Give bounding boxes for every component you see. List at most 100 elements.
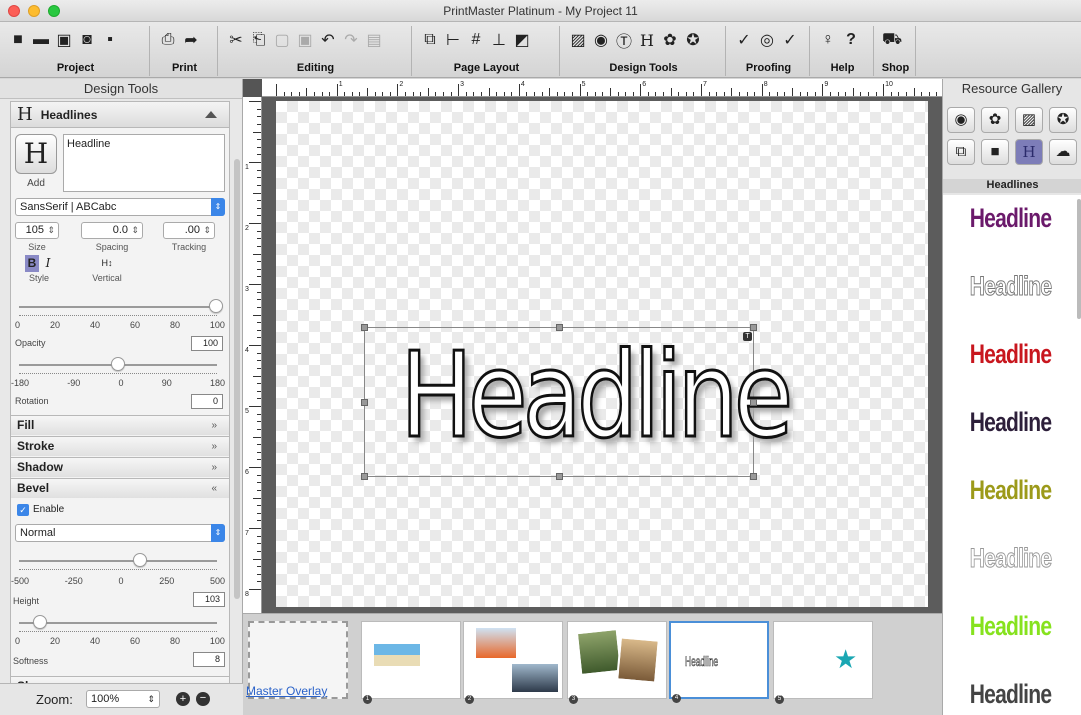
- new-project-icon[interactable]: ■: [8, 30, 28, 50]
- shadow-section-header[interactable]: Shadow »: [11, 457, 229, 477]
- spin-icon[interactable]: ⇕: [47, 223, 55, 238]
- picture-icon[interactable]: ▨: [1015, 107, 1043, 133]
- spacing-input[interactable]: 0.0 ⇕: [81, 222, 143, 239]
- gallery-scrollbar[interactable]: [1077, 199, 1081, 319]
- opacity-value-input[interactable]: 100: [191, 336, 223, 351]
- text-circle-icon[interactable]: Ⓣ: [614, 30, 634, 51]
- arrange-icon[interactable]: ◩: [512, 30, 532, 50]
- resize-handle[interactable]: [750, 324, 757, 331]
- resize-handle[interactable]: [750, 399, 757, 406]
- bevel-mode-select[interactable]: Normal ⇕: [15, 524, 225, 542]
- italic-button[interactable]: I: [41, 255, 55, 272]
- height-slider-track[interactable]: [19, 560, 217, 562]
- collapse-up-icon[interactable]: [205, 111, 217, 118]
- design-page[interactable]: Headline T: [276, 101, 928, 607]
- cloud-icon[interactable]: ☁: [1049, 139, 1077, 165]
- stroke-section-header[interactable]: Stroke »: [11, 436, 229, 456]
- duplicate-icon[interactable]: ▣: [295, 30, 315, 50]
- select-arrows-icon[interactable]: ⇕: [211, 524, 225, 542]
- paste-icon[interactable]: ⎗: [249, 30, 269, 50]
- bold-button[interactable]: B: [25, 255, 39, 272]
- rotation-value-input[interactable]: 0: [191, 394, 223, 409]
- download-icon[interactable]: ◙: [77, 30, 97, 50]
- gallery-headline-item[interactable]: Headline: [958, 271, 1063, 302]
- height-value-input[interactable]: 103: [193, 592, 225, 607]
- layers-icon[interactable]: ⧉: [947, 139, 975, 165]
- add-page-icon[interactable]: ▪: [100, 30, 120, 50]
- size-input[interactable]: 105 ⇕: [15, 222, 59, 239]
- align-icon[interactable]: ⊢: [443, 30, 463, 50]
- preview-icon[interactable]: ◎: [757, 30, 777, 50]
- picture-icon[interactable]: ▨: [568, 30, 588, 50]
- save-icon[interactable]: ▣: [54, 30, 74, 50]
- star-badge-icon[interactable]: ✪: [683, 30, 703, 50]
- spin-icon[interactable]: ⇕: [147, 691, 155, 707]
- resize-handle[interactable]: [361, 473, 368, 480]
- cart-icon[interactable]: ⛟: [882, 30, 902, 50]
- resize-handle[interactable]: [556, 473, 563, 480]
- gallery-headline-item[interactable]: Headline: [958, 611, 1063, 642]
- bevel-enable-checkbox[interactable]: ✓: [17, 504, 29, 516]
- vertical-text-button[interactable]: H↕: [99, 255, 115, 272]
- tracking-input[interactable]: .00 ⇕: [163, 222, 215, 239]
- grid-icon[interactable]: #: [466, 30, 486, 50]
- select-all-icon[interactable]: ▤: [364, 30, 384, 50]
- headline-object[interactable]: Headline T: [361, 324, 795, 480]
- gallery-list[interactable]: Headline Headline Headline Headline Headline…: [943, 195, 1081, 715]
- softness-value-input[interactable]: 8: [193, 652, 225, 667]
- page-thumb-4[interactable]: Headline 4: [669, 621, 769, 703]
- redo-icon[interactable]: ↷: [341, 30, 361, 50]
- top-ruler[interactable]: 1 2 3 4 5 6 7 8 9 10: [262, 79, 942, 97]
- page-thumb-5[interactable]: ★ 5: [773, 621, 873, 704]
- share-icon[interactable]: ➦: [181, 30, 201, 50]
- printer-icon[interactable]: ⎙: [158, 30, 178, 50]
- select-arrows-icon[interactable]: ⇕: [211, 198, 225, 216]
- zoom-out-icon[interactable]: −: [196, 692, 210, 706]
- distribute-icon[interactable]: ⊥: [489, 30, 509, 50]
- opacity-slider-track[interactable]: [19, 306, 217, 308]
- zoom-select[interactable]: 100% ⇕: [86, 690, 160, 708]
- question-icon[interactable]: ?: [841, 30, 861, 50]
- gallery-headline-item[interactable]: Headline: [958, 203, 1063, 234]
- left-ruler[interactable]: 1 2 3 4 5 6 7 8: [243, 97, 262, 613]
- softness-slider-track[interactable]: [19, 622, 217, 624]
- spin-icon[interactable]: ⇕: [131, 223, 139, 238]
- gallery-headline-item[interactable]: Headline: [958, 475, 1063, 506]
- object-info-icon[interactable]: T: [743, 332, 752, 341]
- gallery-headline-item[interactable]: Headline: [958, 339, 1063, 370]
- lightbulb-icon[interactable]: ♀: [818, 30, 838, 50]
- headline-text-input[interactable]: Headline: [63, 134, 225, 192]
- font-select[interactable]: SansSerif | ABCabc ⇕: [15, 198, 225, 216]
- copy-icon[interactable]: ▢: [272, 30, 292, 50]
- book-icon[interactable]: ■: [981, 139, 1009, 165]
- headline-text[interactable]: Headline: [399, 320, 795, 470]
- resize-handle[interactable]: [556, 324, 563, 331]
- badge-icon[interactable]: ✪: [1049, 107, 1077, 133]
- headlines-section-header[interactable]: H Headlines: [11, 102, 229, 128]
- undo-icon[interactable]: ↶: [318, 30, 338, 50]
- bevel-section-header[interactable]: Bevel «: [11, 478, 229, 498]
- camera-icon[interactable]: ◉: [947, 107, 975, 133]
- gallery-headline-item[interactable]: Headline: [958, 543, 1063, 574]
- flower-icon[interactable]: ✿: [981, 107, 1009, 133]
- add-headline-button[interactable]: H: [15, 134, 57, 174]
- panel-scrollbar[interactable]: [234, 159, 240, 599]
- zoom-in-icon[interactable]: +: [176, 692, 190, 706]
- resize-handle[interactable]: [361, 399, 368, 406]
- layers-icon[interactable]: ⧉: [420, 30, 440, 50]
- resize-handle[interactable]: [750, 473, 757, 480]
- resize-handle[interactable]: [361, 324, 368, 331]
- gallery-headline-item[interactable]: Headline: [958, 679, 1063, 710]
- page-thumb-1[interactable]: 1: [361, 621, 461, 704]
- page-thumb-2[interactable]: 2: [463, 621, 563, 704]
- spellcheck-icon[interactable]: ✓: [734, 30, 754, 50]
- proof-check-icon[interactable]: ✓: [780, 30, 800, 50]
- gallery-headline-item[interactable]: Headline: [958, 407, 1063, 438]
- open-folder-icon[interactable]: ▬: [31, 30, 51, 50]
- page-thumb-3[interactable]: 3: [567, 621, 667, 704]
- cut-icon[interactable]: ✂: [226, 30, 246, 50]
- camera-icon[interactable]: ◉: [591, 30, 611, 50]
- fill-section-header[interactable]: Fill »: [11, 415, 229, 435]
- master-overlay-link[interactable]: Master Overlay: [246, 684, 327, 698]
- headline-icon[interactable]: H: [1015, 139, 1043, 165]
